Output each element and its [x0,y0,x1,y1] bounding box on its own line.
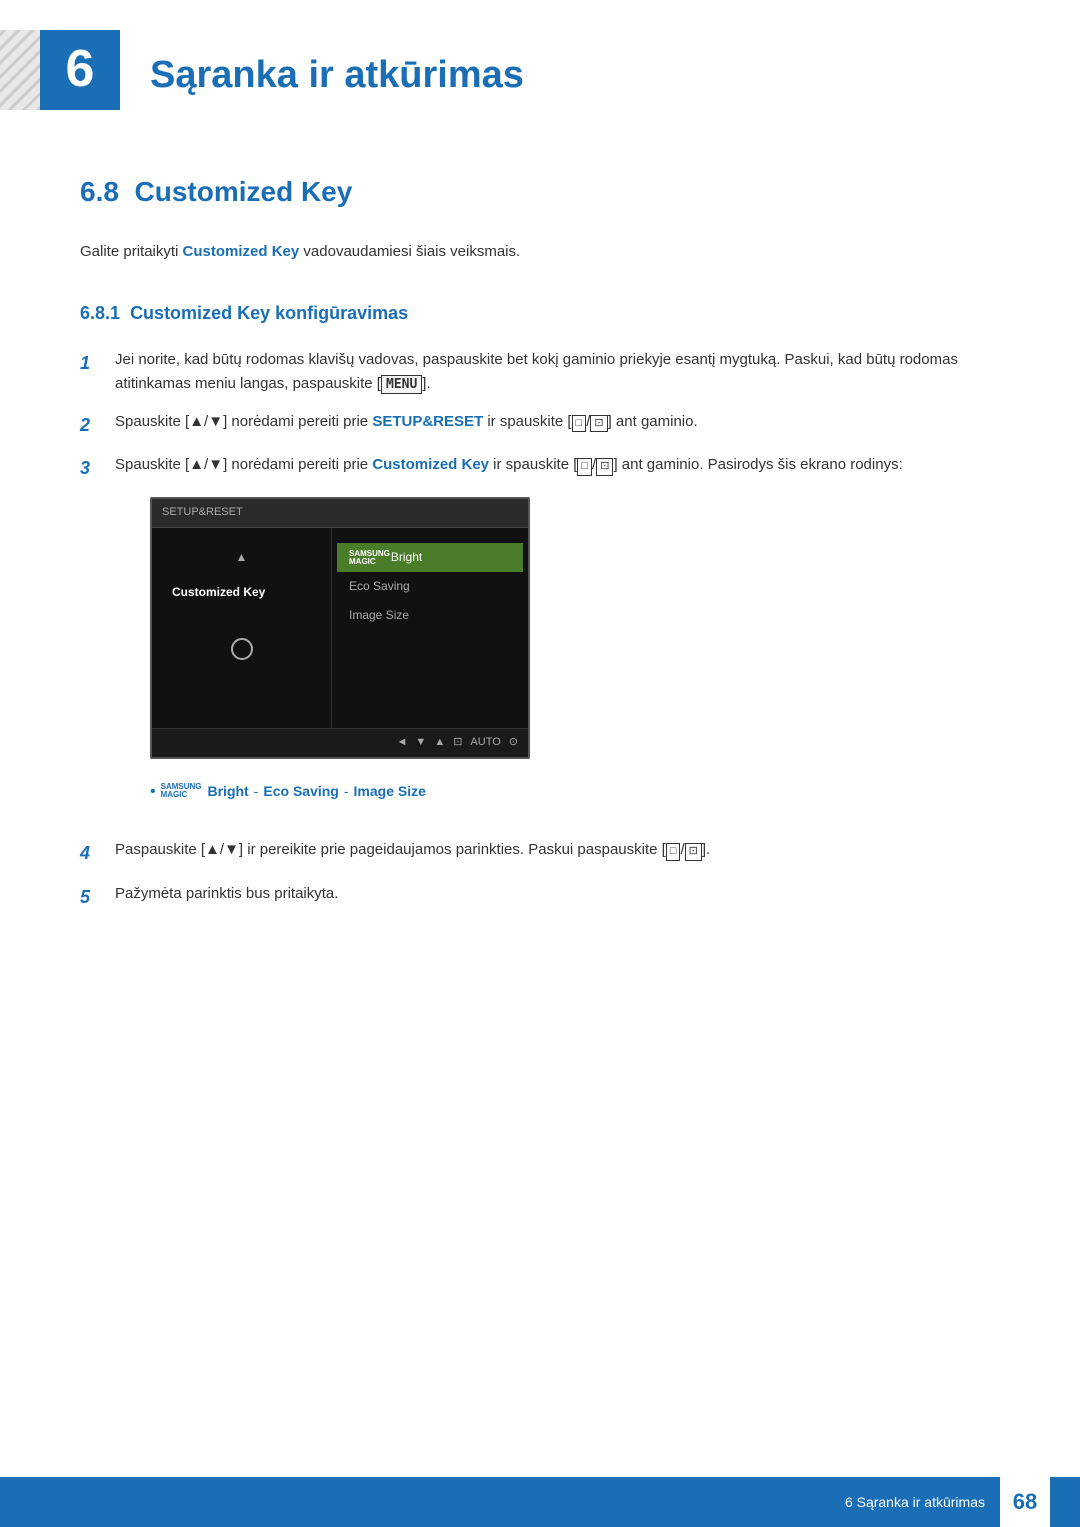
page-number: 68 [1000,1477,1050,1527]
intro-paragraph: Galite pritaikyti Customized Key vadovau… [80,240,1000,264]
monitor-screenshot: SETUP&RESET ▲ Customized Key SAMSUNGMAGI… [150,497,530,758]
step-5: 5 Pažymėta parinktis bus pritaikyta. [80,882,1000,912]
monitor-right-panel: SAMSUNGMAGICBright Eco Saving Image Size [332,528,528,728]
monitor-sub-bright: SAMSUNGMAGICBright [337,543,523,572]
monitor-bottom-bar: ◄ ▼ ▲ ⊡ AUTO ⊙ [152,728,528,757]
step-1: 1 Jei norite, kad būtų rodomas klavišų v… [80,348,1000,396]
page-footer: 6 Sąranka ir atkūrimas 68 [0,1477,1080,1527]
monitor-sub-imagesize: Image Size [337,601,523,630]
monitor-sub-eco: Eco Saving [337,572,523,601]
section-heading: 6.8 Customized Key [80,170,1000,215]
monitor-top-bar: SETUP&RESET [152,499,528,528]
step-4: 4 Paspauskite [▲/▼] ir pereikite prie pa… [80,838,1000,868]
monitor-circle-icon [231,638,253,660]
monitor-left-panel: ▲ Customized Key [152,528,332,728]
chapter-header: 6 Sąranka ir atkūrimas [0,0,1080,130]
monitor-menu-customized-key: Customized Key [162,577,321,608]
footer-chapter-text: 6 Sąranka ir atkūrimas [845,1491,985,1513]
step-2: 2 Spauskite [▲/▼] norėdami pereiti prie … [80,410,1000,440]
steps-list: 1 Jei norite, kad būtų rodomas klavišų v… [80,348,1000,912]
monitor-content: ▲ Customized Key SAMSUNGMAGICBright Eco … [152,528,528,728]
chapter-title: Sąranka ir atkūrimas [150,30,524,106]
bullet-list: SAMSUNGMAGICBright ‑ Eco Saving ‑ Image … [150,779,1000,805]
subsection-heading: 6.8.1 Customized Key konfigūravimas [80,299,1000,328]
step-3: 3 Spauskite [▲/▼] norėdami pereiti prie … [80,453,1000,824]
bullet-item-options: SAMSUNGMAGICBright ‑ Eco Saving ‑ Image … [150,779,1000,805]
chapter-number: 6 [40,30,120,110]
content-area: 6.8 Customized Key Galite pritaikyti Cus… [0,170,1080,912]
